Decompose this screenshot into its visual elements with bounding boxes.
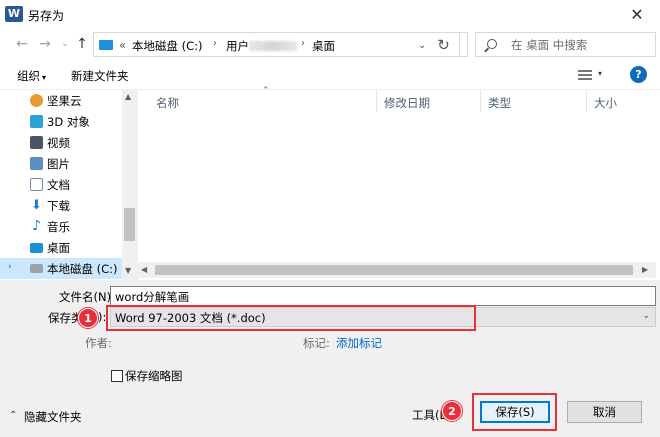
back-arrow-icon[interactable]: ← bbox=[14, 36, 30, 52]
scroll-down-icon[interactable]: ▼ bbox=[125, 266, 131, 275]
word-app-icon: W bbox=[5, 6, 23, 22]
sidebar-item-desktop[interactable]: 桌面 bbox=[0, 237, 122, 258]
redacted-username bbox=[249, 41, 297, 51]
scroll-thumb[interactable] bbox=[124, 208, 135, 241]
column-header-type[interactable]: 类型 bbox=[488, 95, 511, 111]
column-divider[interactable] bbox=[586, 90, 587, 112]
sidebar-item-local-disk[interactable]: › 本地磁盘 (C:) bbox=[0, 258, 122, 279]
scroll-left-icon[interactable]: ◀ bbox=[141, 265, 147, 274]
cloud-icon bbox=[30, 94, 43, 107]
this-pc-icon bbox=[99, 40, 113, 50]
sort-caret-icon: ⌃ bbox=[262, 86, 270, 96]
3d-objects-icon bbox=[30, 115, 43, 128]
close-icon[interactable]: ✕ bbox=[626, 4, 648, 26]
navigation-scrollbar[interactable]: ▲ ▼ bbox=[122, 90, 137, 280]
sidebar-item-nutstore[interactable]: 坚果云 bbox=[0, 90, 122, 111]
new-folder-button[interactable]: 新建文件夹 bbox=[71, 68, 129, 84]
video-icon bbox=[30, 136, 43, 149]
search-input[interactable]: 在 桌面 中搜索 bbox=[475, 32, 656, 57]
sidebar-item-music[interactable]: ♪ 音乐 bbox=[0, 216, 122, 237]
scroll-right-icon[interactable]: ▶ bbox=[642, 265, 648, 274]
breadcrumb-overflow[interactable]: « bbox=[119, 38, 126, 52]
scroll-thumb[interactable] bbox=[155, 265, 633, 275]
refresh-icon[interactable]: ↻ bbox=[428, 32, 460, 57]
organize-menu[interactable]: 组织 ▾ bbox=[17, 68, 46, 84]
save-options-panel: 文件名(N): word分解笔画 保存类 ): Word 97-2003 文档 … bbox=[0, 280, 660, 437]
column-header-size[interactable]: 大小 bbox=[594, 95, 617, 111]
collapse-chevron-icon[interactable]: ⌃ bbox=[9, 410, 17, 421]
window-title: 另存为 bbox=[28, 9, 65, 23]
help-icon[interactable]: ? bbox=[630, 66, 647, 83]
drive-icon bbox=[30, 264, 43, 273]
chevron-down-icon: ⌄ bbox=[642, 311, 650, 321]
breadcrumb-desktop[interactable]: 桌面 bbox=[312, 38, 335, 54]
breadcrumb-local-disk[interactable]: 本地磁盘 (C:) bbox=[132, 38, 203, 54]
save-button[interactable]: 保存(S) bbox=[480, 401, 550, 423]
filename-label: 文件名(N): bbox=[59, 290, 115, 304]
add-tags-link[interactable]: 添加标记 bbox=[336, 335, 382, 351]
sidebar-item-documents[interactable]: 文档 bbox=[0, 174, 122, 195]
column-header-modified[interactable]: 修改日期 bbox=[384, 95, 430, 111]
sidebar-item-3d-objects[interactable]: 3D 对象 bbox=[0, 111, 122, 132]
search-icon bbox=[487, 39, 497, 49]
file-list[interactable]: ⌃ 名称 修改日期 类型 大小 bbox=[137, 86, 660, 280]
breadcrumb-users[interactable]: 用户 bbox=[226, 38, 249, 54]
pictures-icon bbox=[30, 157, 43, 170]
download-icon: ⬇ bbox=[31, 198, 42, 213]
forward-arrow-icon[interactable]: → bbox=[37, 36, 53, 52]
column-header-name[interactable]: 名称 bbox=[156, 95, 179, 111]
title-bar: W 另存为 ✕ bbox=[0, 0, 660, 30]
column-divider[interactable] bbox=[376, 90, 377, 112]
save-thumbnail-checkbox[interactable] bbox=[111, 370, 123, 382]
sidebar-item-videos[interactable]: 视频 bbox=[0, 132, 122, 153]
navigation-pane: 坚果云 3D 对象 视频 图片 文档 ⬇ 下载 ♪ 音乐 桌面 › 本地磁盘 (… bbox=[0, 90, 137, 280]
save-thumbnail-label[interactable]: 保存缩略图 bbox=[125, 368, 183, 384]
expand-chevron-icon[interactable]: › bbox=[8, 262, 12, 272]
author-label: 作者: bbox=[85, 336, 112, 350]
view-options-icon[interactable] bbox=[578, 69, 592, 81]
cancel-button[interactable]: 取消 bbox=[567, 401, 642, 423]
filename-input[interactable]: word分解笔画 bbox=[110, 286, 656, 306]
caret-down-icon: ▾ bbox=[42, 73, 47, 82]
address-bar[interactable]: « 本地磁盘 (C:) › 用户 › › 桌面 ⌄ bbox=[93, 32, 468, 57]
column-divider[interactable] bbox=[480, 90, 481, 112]
step-badge-1: 1 bbox=[78, 308, 98, 328]
highlight-box-filetype bbox=[106, 305, 476, 331]
sidebar-item-pictures[interactable]: 图片 bbox=[0, 153, 122, 174]
documents-icon bbox=[30, 178, 43, 191]
up-arrow-icon[interactable]: ↑ bbox=[74, 36, 90, 52]
sidebar-item-downloads[interactable]: ⬇ 下载 bbox=[0, 195, 122, 216]
breadcrumb-separator-icon[interactable]: › bbox=[213, 38, 217, 49]
music-icon: ♪ bbox=[32, 218, 41, 234]
step-badge-2: 2 bbox=[442, 401, 462, 421]
recent-locations-chevron-icon[interactable]: ⌄ bbox=[57, 36, 73, 52]
hide-folders-button[interactable]: 隐藏文件夹 bbox=[24, 409, 82, 425]
address-dropdown-icon[interactable]: ⌄ bbox=[418, 40, 426, 51]
command-toolbar: 组织 ▾ 新建文件夹 ▾ ? bbox=[0, 60, 660, 90]
view-caret-down-icon[interactable]: ▾ bbox=[598, 69, 602, 78]
desktop-icon bbox=[30, 243, 43, 253]
scroll-up-icon[interactable]: ▲ bbox=[125, 92, 131, 101]
file-list-hscrollbar[interactable]: ◀ ▶ bbox=[137, 262, 656, 278]
tags-label: 标记: bbox=[303, 336, 330, 350]
breadcrumb-separator-icon[interactable]: › bbox=[301, 38, 305, 49]
